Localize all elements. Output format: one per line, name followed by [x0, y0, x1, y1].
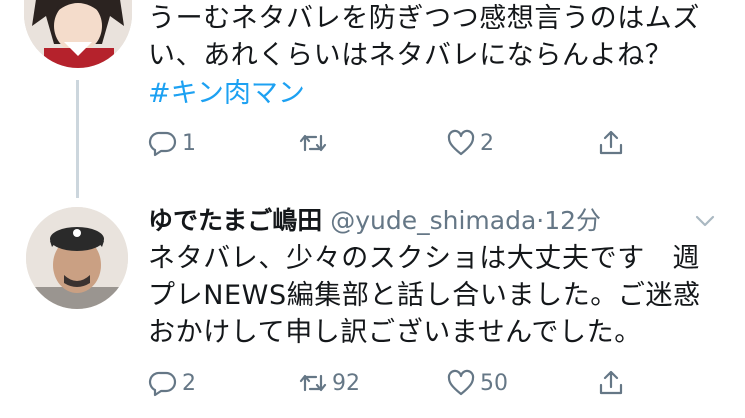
tweet-text-line: おかけして申し訳ございませんでした。 — [148, 317, 642, 348]
thread-connector-line — [76, 80, 79, 198]
heart-icon — [447, 129, 475, 156]
like-count: 2 — [480, 130, 494, 156]
share-button[interactable] — [596, 128, 626, 158]
tweet-text-line: プレNEWS編集部と話し合いました。ご迷惑 — [148, 280, 701, 311]
retweet-count: 92 — [332, 370, 360, 396]
share-button[interactable] — [596, 368, 626, 398]
like-button[interactable]: 2 — [446, 128, 494, 158]
user-handle[interactable]: @yude_shimada — [330, 206, 536, 235]
tweet-text-line: うーむネタバレを防ぎつつ感想言うのはムズ — [148, 3, 700, 34]
reply-icon — [148, 371, 177, 397]
like-count: 50 — [480, 370, 508, 396]
tweet-text-line: ネタバレ、少々のスクショは大丈夫です 週 — [148, 243, 700, 274]
tweet-header: ゆでたまご嶋田 @yude_shimada·12分 — [148, 202, 728, 242]
tweet-actions: 1 2 — [148, 128, 628, 168]
heart-icon — [447, 369, 475, 396]
like-button[interactable]: 50 — [446, 368, 508, 398]
share-icon — [599, 130, 623, 155]
reply-icon — [148, 131, 177, 157]
reply-button[interactable]: 1 — [148, 128, 196, 158]
tweet-actions: 2 92 50 — [148, 368, 628, 408]
avatar-previous-user[interactable] — [24, 0, 132, 68]
share-icon — [599, 370, 623, 395]
hashtag-link[interactable]: #キン肉マン — [148, 75, 305, 112]
display-name[interactable]: ゆでたまご嶋田 — [148, 206, 322, 235]
chevron-down-icon[interactable] — [692, 208, 718, 234]
reply-button[interactable]: 2 — [148, 368, 196, 398]
reply-count: 1 — [182, 130, 196, 156]
retweet-button[interactable] — [298, 128, 332, 158]
tweet-text: うーむネタバレを防ぎつつ感想言うのはムズ い、あれくらいはネタバレにならんよね？ — [148, 0, 728, 74]
retweet-icon — [299, 134, 327, 152]
tweet-text: ネタバレ、少々のスクショは大丈夫です 週 プレNEWS編集部と話し合いました。ご… — [148, 240, 728, 351]
reply-count: 2 — [182, 370, 196, 396]
timestamp[interactable]: 12分 — [544, 206, 601, 235]
tweet-text-line: い、あれくらいはネタバレにならんよね？ — [148, 40, 673, 71]
retweet-button[interactable]: 92 — [298, 368, 360, 398]
retweet-icon — [299, 374, 327, 392]
avatar-yude-shimada[interactable] — [26, 207, 128, 309]
